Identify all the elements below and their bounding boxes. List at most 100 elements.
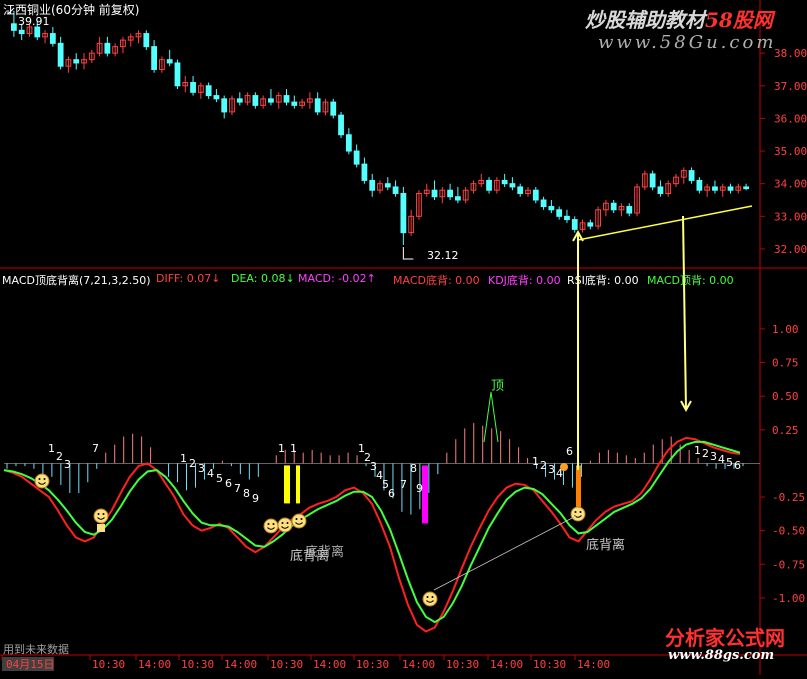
smiley-eye	[426, 596, 429, 598]
price-tick-label: 34.00	[774, 178, 807, 191]
candle-body	[205, 85, 212, 97]
indicator-header: MACD顶底背离(7,21,3,2.50)	[2, 272, 151, 288]
smiley-face	[570, 506, 586, 522]
smiley-face	[277, 517, 293, 533]
macd-tick-label: 0.75	[772, 357, 799, 370]
count-label: 4	[207, 467, 214, 480]
x-tick-label: 14:00	[402, 658, 435, 671]
x-tick-label: 10:30	[92, 658, 125, 671]
count-label: 2	[702, 447, 709, 460]
count-label: 8	[243, 487, 250, 500]
candle-body	[743, 186, 749, 190]
macd-tick-label: -0.25	[772, 491, 805, 504]
candle-body	[49, 33, 56, 44]
candle-body	[532, 189, 539, 201]
smiley-eye	[431, 596, 434, 598]
annotation-overlays	[572, 215, 692, 470]
candle-body	[104, 42, 111, 54]
indicator-value-6: MACD顶背: 0.00	[647, 274, 734, 287]
candle-body	[151, 46, 157, 70]
candle-body	[517, 186, 524, 194]
candle-body	[221, 98, 228, 113]
candle-body	[166, 59, 173, 64]
count-label: 3	[198, 462, 205, 475]
x-tick-label: 14:00	[577, 658, 610, 671]
indicator-name: MACD顶底背离	[2, 274, 79, 287]
candle-body	[291, 101, 298, 106]
candle-body	[688, 170, 695, 181]
signal-dot	[560, 463, 568, 471]
count-label: 2	[56, 450, 63, 463]
candle-body	[190, 82, 196, 93]
x-tick-label: 14:00	[224, 658, 257, 671]
indicator-value-3: MACD底背: 0.00	[393, 274, 480, 287]
count-label: 1	[180, 452, 187, 465]
candle-body	[727, 186, 734, 191]
count-label: 4	[718, 453, 725, 466]
candle-body	[571, 219, 578, 230]
count-label: 6	[388, 487, 395, 500]
divergence-label-left-overlap: 底背离	[305, 545, 345, 560]
macd-tick-label: 1.00	[772, 323, 799, 336]
candle-body	[486, 179, 492, 191]
smiley-icon	[263, 518, 279, 534]
candle-body	[338, 114, 344, 136]
smiley-face	[291, 513, 307, 529]
high-price-label: 39.91	[18, 15, 50, 28]
price-tick-label: 37.00	[774, 80, 807, 93]
count-label: 3	[710, 450, 717, 463]
candle-body	[400, 192, 407, 234]
count-label: 1	[290, 442, 297, 455]
arrow-down-to-macd	[682, 215, 687, 411]
candle-body	[392, 186, 399, 194]
x-tick-label: 04月15日	[6, 658, 55, 671]
candle-body	[431, 189, 438, 198]
support-trendline	[577, 205, 753, 241]
indicator-value-1: DEA: 0.08↓	[231, 272, 295, 285]
indicator-value-5: RSI底背: 0.00	[567, 274, 639, 287]
x-tick-label: 10:30	[446, 658, 479, 671]
macd-tick-label: 0.25	[772, 424, 799, 437]
candle-body	[236, 98, 243, 103]
count-label: 1	[532, 455, 539, 468]
price-tick-label: 35.00	[774, 145, 807, 158]
count-label: 1	[278, 442, 285, 455]
indicator-value-2: MACD: -0.02↑	[298, 272, 376, 285]
candle-body	[548, 206, 555, 211]
x-tick-label: 14:00	[490, 658, 523, 671]
bottom-signal-bar	[284, 465, 290, 504]
smiley-face	[93, 508, 109, 524]
candle-body	[174, 62, 181, 87]
candle-body	[556, 209, 563, 217]
x-tick-label: 10:30	[270, 658, 303, 671]
candle-body	[283, 95, 290, 103]
smiley-eye	[272, 523, 275, 525]
chart-window[interactable]: 32.00 33.00 34.00 35.00 36.00 37.00 38.00 -1.0…	[0, 0, 807, 675]
candle-body	[369, 179, 376, 191]
price-tick-label: 33.00	[774, 210, 807, 223]
candle-body	[712, 186, 718, 191]
count-label: 7	[234, 482, 241, 495]
x-tick-label: 10:30	[533, 658, 566, 671]
low-price-label: 32.12	[427, 249, 459, 262]
chart-frame	[0, 0, 807, 675]
indicator-value-4: KDJ底背: 0.00	[488, 274, 561, 287]
smiley-face	[263, 518, 279, 534]
divergence-line	[433, 515, 577, 591]
price-tick-label: 32.00	[774, 243, 807, 256]
smiley-icon	[34, 473, 50, 489]
candle-body	[384, 183, 391, 188]
future-data-note: 用到未来数据	[3, 643, 69, 656]
candle-body	[657, 186, 664, 194]
candle-body	[610, 202, 617, 211]
smiley-icon	[93, 508, 109, 524]
smiley-icon	[422, 591, 438, 607]
smiley-eye	[97, 513, 100, 515]
candle-body	[649, 173, 656, 188]
macd-tick-label: 0.50	[772, 390, 799, 403]
watermark-top-title: 炒股辅助教材58股网	[585, 8, 773, 32]
candle-body	[509, 183, 516, 188]
candle-body	[330, 101, 337, 116]
chart-canvas[interactable]: 32.00 33.00 34.00 35.00 36.00 37.00 38.00 -1.0…	[0, 0, 807, 675]
candle-body	[73, 59, 80, 64]
